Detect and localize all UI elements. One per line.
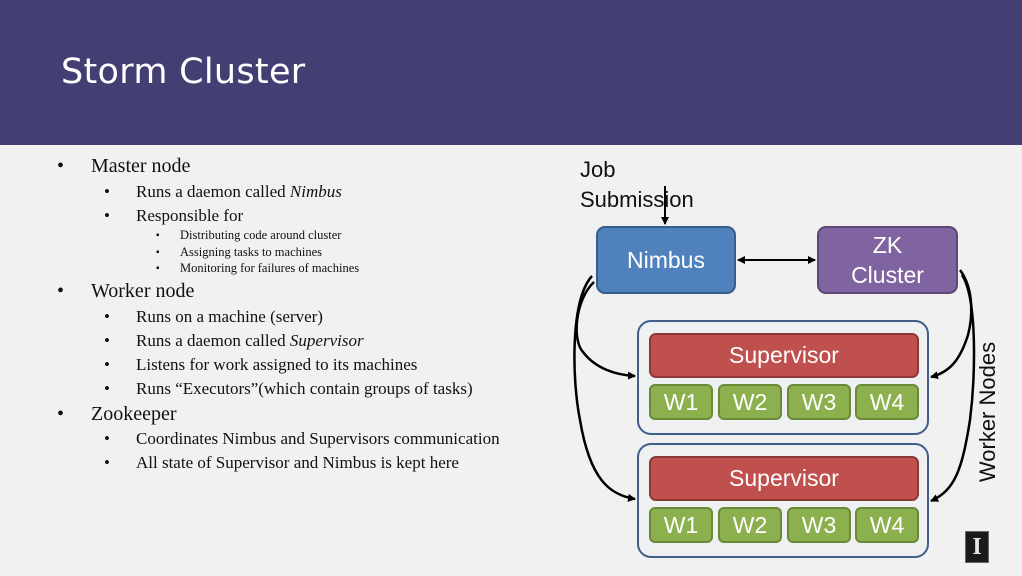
zk-to-supervisor-2-arrow <box>930 274 976 503</box>
supervisor-box: Supervisor <box>649 456 919 501</box>
nimbus-node: Nimbus <box>596 226 736 294</box>
worker-w4: W4 <box>855 384 919 420</box>
worker-nodes-label: Worker Nodes <box>975 341 1000 483</box>
worker-w4: W4 <box>855 507 919 543</box>
worker-w3: W3 <box>787 507 851 543</box>
zk-cluster-node: ZK Cluster <box>817 226 958 294</box>
worker-node-1: Supervisor W1 W2 W3 W4 <box>637 320 929 435</box>
worker-w2: W2 <box>718 507 782 543</box>
worker-w1: W1 <box>649 507 713 543</box>
supervisor-box: Supervisor <box>649 333 919 378</box>
worker-node-2: Supervisor W1 W2 W3 W4 <box>637 443 929 558</box>
worker-w3: W3 <box>787 384 851 420</box>
worker-w2: W2 <box>718 384 782 420</box>
university-logo-icon: I <box>965 531 989 563</box>
nimbus-to-supervisor-1-arrow <box>575 281 636 380</box>
nimbus-to-supervisor-2-arrow <box>573 275 636 502</box>
worker-w1: W1 <box>649 384 713 420</box>
